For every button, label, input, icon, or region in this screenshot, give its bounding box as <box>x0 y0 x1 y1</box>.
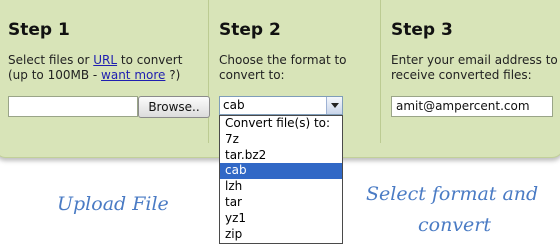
step2-title: Step 2 <box>219 20 281 40</box>
step1-line2-prefix: (up to 100MB - <box>8 68 102 82</box>
dropdown-option[interactable]: zip <box>220 227 342 243</box>
divider-1 <box>208 0 209 143</box>
format-dropdown-list: Convert file(s) to: 7z tar.bz2 cab lzh tar yz1… <box>219 115 343 244</box>
step2-line2: convert to: <box>219 68 285 82</box>
dropdown-option[interactable]: lzh <box>220 179 342 195</box>
step2-description: Choose the format to convert to: <box>219 53 347 83</box>
step1-line2-suffix: ?) <box>165 68 181 82</box>
step1-description: Select files or URL to convert (up to 10… <box>8 53 182 83</box>
step1-text-suffix: to convert <box>117 53 183 67</box>
divider-2 <box>380 0 381 143</box>
dropdown-option[interactable]: 7z <box>220 132 342 148</box>
upload-file-annotation: Upload File <box>57 193 169 215</box>
want-more-link[interactable]: want more <box>101 68 165 82</box>
dropdown-option[interactable]: cab <box>220 163 342 180</box>
step3-title: Step 3 <box>391 20 453 40</box>
url-link[interactable]: URL <box>93 53 117 67</box>
select-format-annotation-line2: convert <box>418 214 492 236</box>
chevron-down-icon <box>330 103 339 108</box>
format-select[interactable]: cab <box>219 96 343 115</box>
step2-line1: Choose the format to <box>219 53 347 67</box>
format-select-value: cab <box>223 98 245 112</box>
dropdown-option[interactable]: tar <box>220 195 342 211</box>
dropdown-arrow-button[interactable] <box>326 97 342 114</box>
file-path-input[interactable] <box>8 96 138 117</box>
dropdown-option[interactable]: yz1 <box>220 211 342 227</box>
browse-button[interactable]: Browse.. <box>138 96 210 118</box>
step1-title: Step 1 <box>8 20 70 40</box>
step3-line1: Enter your email address to <box>391 53 558 67</box>
select-format-annotation-line1: Select format and <box>366 183 539 205</box>
step3-line2: receive converted files: <box>391 68 532 82</box>
dropdown-option[interactable]: Convert file(s) to: <box>220 116 342 132</box>
step1-text-prefix: Select files or <box>8 53 94 67</box>
dropdown-option[interactable]: tar.bz2 <box>220 148 342 164</box>
step3-description: Enter your email address to receive conv… <box>391 53 558 83</box>
email-field[interactable]: amit@ampercent.com <box>391 96 553 117</box>
